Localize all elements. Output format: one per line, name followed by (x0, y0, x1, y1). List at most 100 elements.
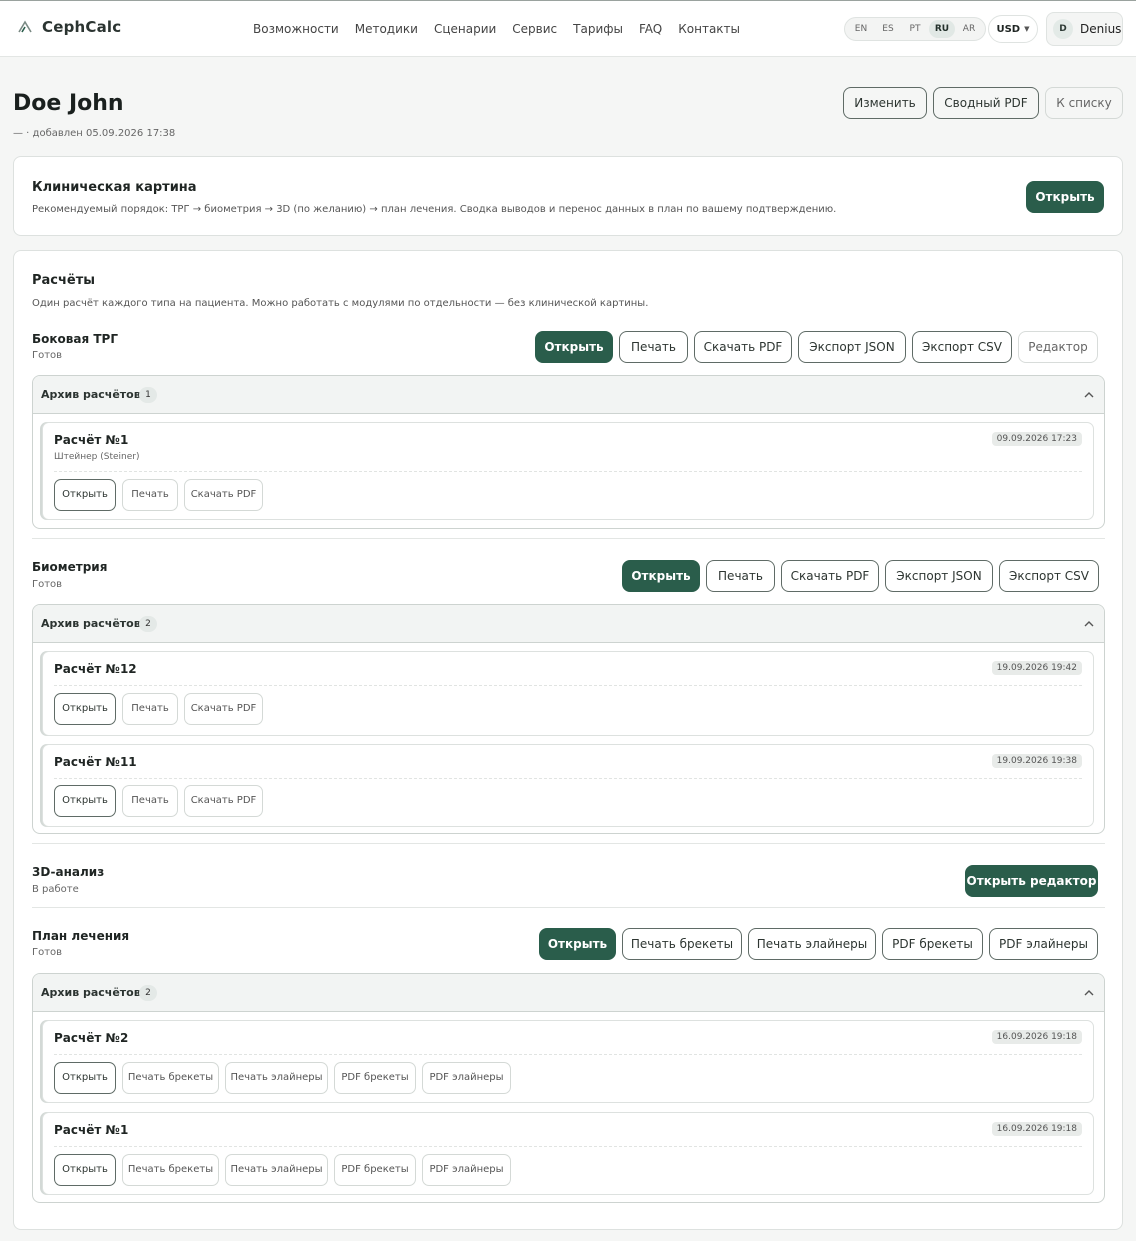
archive-pdf-braces-button[interactable]: PDF брекеты (334, 1062, 416, 1094)
clinical-description: Рекомендуемый порядок: ТРГ → биометрия →… (32, 204, 837, 215)
archive-print-aligners-button[interactable]: Печать элайнеры (225, 1154, 328, 1186)
archive-item-title: Расчёт №1 (54, 433, 129, 447)
user-name: Denius (1080, 22, 1122, 36)
summary-pdf-button[interactable]: Сводный PDF (933, 87, 1039, 119)
archive-print-braces-button[interactable]: Печать брекеты (122, 1154, 219, 1186)
clinical-open-button[interactable]: Открыть (1026, 181, 1104, 213)
lang-ru[interactable]: RU (929, 20, 955, 38)
nav-link-contacts[interactable]: Контакты (678, 22, 740, 36)
archive-item-date: 16.09.2026 19:18 (991, 1122, 1082, 1136)
archive-open-button[interactable]: Открыть (54, 1154, 116, 1186)
plan-archive-header[interactable]: Архив расчётов 2 (33, 974, 1104, 1012)
module-3d-status: В работе (32, 884, 79, 895)
archive-title: Архив расчётов (41, 986, 141, 999)
main-nav: Возможности Методики Сценарии Сервис Тар… (253, 22, 740, 36)
lang-pt[interactable]: PT (902, 20, 928, 38)
trg-open-button[interactable]: Открыть (535, 331, 613, 363)
module-biometry-name: Биометрия (32, 560, 108, 574)
archive-pdf-braces-button[interactable]: PDF брекеты (334, 1154, 416, 1186)
trg-archive-header[interactable]: Архив расчётов 1 (33, 376, 1104, 414)
archive-print-aligners-button[interactable]: Печать элайнеры (225, 1062, 328, 1094)
biometry-open-button[interactable]: Открыть (622, 560, 700, 592)
archive-print-button[interactable]: Печать (122, 693, 178, 725)
archive-item: Расчёт №1 Штейнер (Steiner) 09.09.2026 1… (42, 422, 1094, 520)
archive-open-button[interactable]: Открыть (54, 693, 116, 725)
plan-archive: Архив расчётов 2 Расчёт №2 16.09.2026 19… (32, 973, 1105, 1203)
nav-link-scenarios[interactable]: Сценарии (434, 22, 496, 36)
nav-link-faq[interactable]: FAQ (639, 22, 662, 36)
brand-name: CephCalc (42, 18, 122, 36)
lang-en[interactable]: EN (848, 20, 874, 38)
archive-pdf-aligners-button[interactable]: PDF элайнеры (422, 1154, 511, 1186)
trg-download-pdf-button[interactable]: Скачать PDF (694, 331, 792, 363)
plan-print-braces-button[interactable]: Печать брекеты (622, 928, 742, 960)
back-to-list-button[interactable]: К списку (1045, 87, 1123, 119)
archive-count-badge: 2 (139, 985, 157, 1001)
archive-item-method: Штейнер (Steiner) (54, 452, 140, 462)
user-menu[interactable]: D Denius (1046, 12, 1123, 46)
divider (54, 471, 1082, 472)
archive-open-button[interactable]: Открыть (54, 479, 116, 511)
calculations-card: Расчёты Один расчёт каждого типа на паци… (13, 250, 1123, 1230)
archive-item-date: 09.09.2026 17:23 (991, 432, 1082, 446)
archive-pdf-aligners-button[interactable]: PDF элайнеры (422, 1062, 511, 1094)
chevron-up-icon[interactable] (1082, 986, 1096, 1000)
module-trg-name: Боковая ТРГ (32, 332, 118, 346)
trg-editor-button[interactable]: Редактор (1018, 331, 1098, 363)
logo[interactable]: CephCalc (16, 18, 121, 36)
archive-item-title: Расчёт №11 (54, 755, 137, 769)
biometry-export-json-button[interactable]: Экспорт JSON (885, 560, 993, 592)
trg-print-button[interactable]: Печать (619, 331, 688, 363)
archive-item: Расчёт №12 19.09.2026 19:42 Открыть Печа… (42, 651, 1094, 736)
archive-download-pdf-button[interactable]: Скачать PDF (184, 693, 263, 725)
module-biometry-status: Готов (32, 579, 63, 590)
avatar: D (1053, 19, 1073, 39)
biometry-print-button[interactable]: Печать (706, 560, 775, 592)
currency-value: USD (996, 23, 1021, 35)
module-plan-name: План лечения (32, 929, 130, 943)
nav-link-pricing[interactable]: Тарифы (573, 22, 623, 36)
nav-link-features[interactable]: Возможности (253, 22, 339, 36)
plan-print-aligners-button[interactable]: Печать элайнеры (748, 928, 876, 960)
biometry-export-csv-button[interactable]: Экспорт CSV (999, 560, 1099, 592)
chevron-up-icon[interactable] (1082, 617, 1096, 631)
archive-item-date: 19.09.2026 19:42 (991, 661, 1082, 675)
caret-down-icon: ▼ (1024, 25, 1030, 33)
nav-link-service[interactable]: Сервис (512, 22, 557, 36)
module-trg-status: Готов (32, 350, 63, 361)
archive-print-button[interactable]: Печать (122, 785, 178, 817)
top-header: CephCalc Возможности Методики Сценарии С… (0, 1, 1136, 57)
archive-download-pdf-button[interactable]: Скачать PDF (184, 479, 263, 511)
lang-es[interactable]: ES (875, 20, 901, 38)
biometry-archive-header[interactable]: Архив расчётов 2 (33, 605, 1104, 643)
logo-icon (18, 20, 32, 33)
section-divider (32, 907, 1105, 908)
3d-open-editor-button[interactable]: Открыть редактор (965, 865, 1098, 897)
lang-ar[interactable]: AR (956, 20, 982, 38)
edit-button[interactable]: Изменить (843, 87, 927, 119)
trg-export-json-button[interactable]: Экспорт JSON (798, 331, 906, 363)
archive-item: Расчёт №1 16.09.2026 19:18 Открыть Печат… (42, 1112, 1094, 1195)
biometry-download-pdf-button[interactable]: Скачать PDF (781, 560, 879, 592)
currency-select[interactable]: USD ▼ (988, 15, 1038, 43)
nav-link-methods[interactable]: Методики (355, 22, 418, 36)
plan-pdf-aligners-button[interactable]: PDF элайнеры (989, 928, 1098, 960)
patient-subtitle: — · добавлен 05.09.2026 17:38 (13, 128, 176, 139)
archive-count-badge: 2 (139, 616, 157, 632)
archive-item-title: Расчёт №2 (54, 1031, 129, 1045)
divider (54, 778, 1082, 779)
plan-pdf-braces-button[interactable]: PDF брекеты (882, 928, 983, 960)
archive-open-button[interactable]: Открыть (54, 1062, 116, 1094)
archive-item: Расчёт №2 16.09.2026 19:18 Открыть Печат… (42, 1020, 1094, 1103)
chevron-up-icon[interactable] (1082, 388, 1096, 402)
plan-open-button[interactable]: Открыть (539, 928, 616, 960)
archive-print-braces-button[interactable]: Печать брекеты (122, 1062, 219, 1094)
calculations-description: Один расчёт каждого типа на пациента. Мо… (32, 298, 649, 309)
archive-download-pdf-button[interactable]: Скачать PDF (184, 785, 263, 817)
calculations-title: Расчёты (32, 273, 96, 288)
archive-print-button[interactable]: Печать (122, 479, 178, 511)
archive-open-button[interactable]: Открыть (54, 785, 116, 817)
trg-export-csv-button[interactable]: Экспорт CSV (912, 331, 1012, 363)
divider (54, 1146, 1082, 1147)
archive-count-badge: 1 (139, 387, 157, 403)
